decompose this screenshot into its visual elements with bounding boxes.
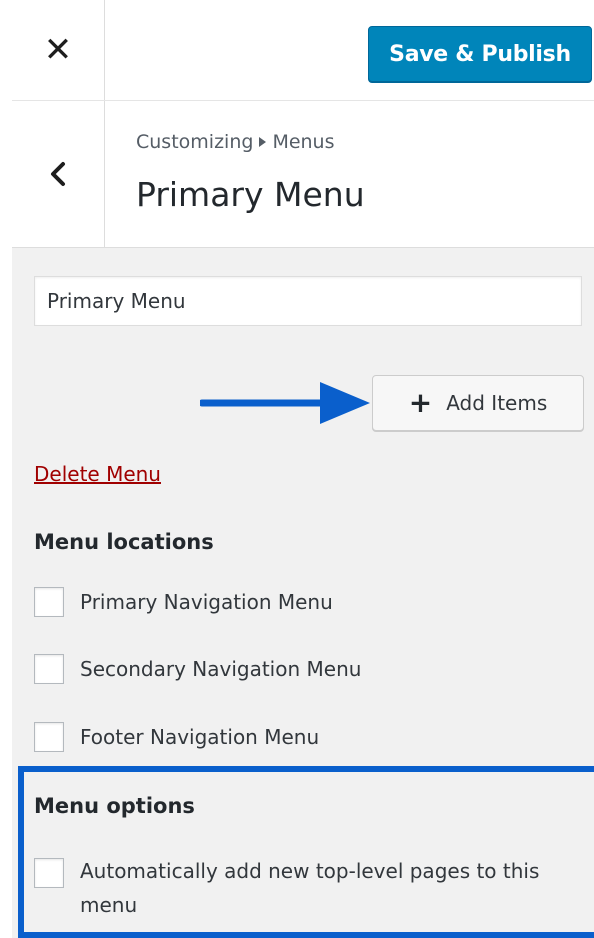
chevron-left-icon [49, 161, 67, 187]
back-button[interactable] [12, 101, 105, 247]
page-title: Primary Menu [136, 175, 365, 214]
delete-menu-link[interactable]: Delete Menu [34, 462, 161, 486]
close-button[interactable]: ✕ [12, 0, 105, 100]
add-items-button[interactable]: + Add Items [372, 375, 584, 431]
customizer-topbar: ✕ Save & Publish [12, 0, 594, 101]
checkbox-primary-navigation[interactable] [34, 587, 64, 617]
location-label: Primary Navigation Menu [80, 590, 333, 614]
add-items-label: Add Items [446, 391, 548, 415]
menu-name-input[interactable] [34, 276, 582, 326]
close-icon: ✕ [43, 30, 73, 70]
location-row-footer[interactable]: Footer Navigation Menu [34, 722, 319, 752]
save-publish-button[interactable]: Save & Publish [368, 26, 592, 82]
checkbox-auto-add-pages[interactable] [34, 858, 64, 888]
checkbox-footer-navigation[interactable] [34, 722, 64, 752]
auto-add-row[interactable]: Automatically add new top-level pages to… [34, 858, 580, 922]
menu-settings-panel: + Add Items Delete Menu Menu locations P… [12, 248, 594, 938]
breadcrumb-separator-icon [259, 137, 267, 147]
menu-locations-heading: Menu locations [34, 530, 214, 554]
annotation-arrow-icon [200, 382, 370, 424]
location-label: Footer Navigation Menu [80, 725, 320, 749]
location-label: Secondary Navigation Menu [80, 657, 362, 681]
breadcrumb-root: Customizing [136, 131, 254, 153]
breadcrumb-section: Menus [272, 131, 335, 153]
auto-add-label: Automatically add new top-level pages to… [80, 859, 540, 917]
breadcrumb: Customizing Menus [136, 131, 335, 153]
location-row-secondary[interactable]: Secondary Navigation Menu [34, 654, 361, 684]
checkbox-secondary-navigation[interactable] [34, 654, 64, 684]
panel-header: Customizing Menus Primary Menu [12, 101, 594, 248]
plus-icon: + [408, 386, 433, 419]
location-row-primary[interactable]: Primary Navigation Menu [34, 587, 333, 617]
menu-options-heading: Menu options [34, 794, 195, 818]
